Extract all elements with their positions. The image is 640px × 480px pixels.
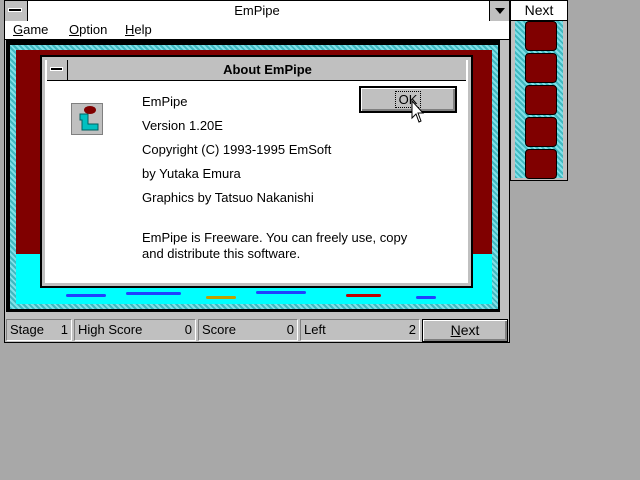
stage-label: Stage: [10, 322, 44, 337]
next-piece-window: Next: [510, 0, 568, 181]
app-name: EmPipe: [142, 94, 188, 109]
next-button[interactable]: Next: [422, 319, 508, 342]
left-value: 2: [408, 322, 416, 337]
stage-value: 1: [60, 322, 68, 337]
high-score-label: High Score: [78, 322, 143, 337]
minimize-button[interactable]: [489, 1, 509, 21]
next-piece-queue: [515, 21, 563, 179]
system-menu-icon: [9, 9, 21, 11]
left-label: Left: [304, 322, 326, 337]
menu-option-accel: O: [69, 22, 80, 37]
next-button-accel: N: [450, 322, 461, 338]
dialog-title: About EmPipe: [69, 60, 466, 79]
arrow-cursor-icon: [411, 99, 425, 124]
left-panel: Left 2: [300, 319, 420, 341]
score-label: Score: [202, 322, 236, 337]
dialog-system-menu-button[interactable]: [47, 60, 68, 80]
menu-help[interactable]: Help: [125, 22, 152, 37]
ok-button[interactable]: OK: [359, 86, 457, 113]
system-menu-icon: [51, 68, 62, 70]
next-piece-slot: [525, 21, 557, 51]
next-piece-slot: [525, 85, 557, 115]
dialog-title-bar[interactable]: About EmPipe: [47, 60, 466, 81]
stage-panel: Stage 1: [6, 319, 72, 341]
menu-game-rest: ame: [23, 22, 49, 37]
high-score-value: 0: [184, 322, 192, 337]
next-piece-slot: [525, 117, 557, 147]
license-text-1: EmPipe is Freeware. You can freely use, …: [142, 230, 408, 245]
system-menu-button[interactable]: [5, 1, 28, 21]
next-window-title[interactable]: Next: [511, 1, 567, 21]
high-score-panel: High Score 0: [74, 319, 196, 341]
water-debris: [126, 292, 181, 295]
score-panel: Score 0: [198, 319, 298, 341]
water-debris: [206, 296, 236, 299]
next-button-rest: ext: [460, 322, 480, 338]
water-debris: [66, 294, 106, 297]
menu-help-rest: elp: [134, 22, 152, 37]
author-text: by Yutaka Emura: [142, 166, 241, 181]
menu-game[interactable]: Game: [13, 22, 48, 37]
license-text-2: and distribute this software.: [142, 246, 301, 261]
next-piece-slot: [525, 53, 557, 83]
version-text: Version 1.20E: [142, 118, 223, 133]
menu-game-accel: G: [13, 22, 24, 37]
about-dialog: About EmPipe EmPipe Version 1.20E Copyri…: [40, 55, 473, 288]
window-title: EmPipe: [234, 3, 280, 18]
copyright-text: Copyright (C) 1993-1995 EmSoft: [142, 142, 332, 157]
menu-help-accel: H: [125, 22, 135, 37]
score-value: 0: [286, 322, 294, 337]
menu-option[interactable]: Option: [69, 22, 107, 37]
dialog-body: EmPipe Version 1.20E Copyright (C) 1993-…: [47, 81, 466, 283]
menu-option-rest: ption: [79, 22, 108, 37]
menu-bar: Game Option Help: [5, 21, 509, 40]
water-debris: [256, 291, 306, 294]
water-debris: [416, 296, 436, 299]
title-bar[interactable]: EmPipe: [5, 1, 509, 22]
next-piece-slot: [525, 149, 557, 179]
water-debris: [346, 294, 381, 297]
pipe-icon: [71, 103, 103, 135]
graphics-credit: Graphics by Tatsuo Nakanishi: [142, 190, 314, 205]
